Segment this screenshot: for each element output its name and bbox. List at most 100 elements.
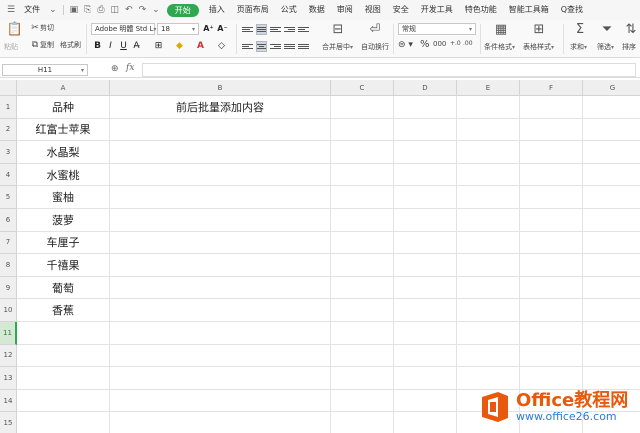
cell-d10[interactable] bbox=[394, 299, 457, 322]
row-header-13[interactable]: 13 bbox=[0, 367, 17, 390]
cell-d2[interactable] bbox=[394, 118, 457, 142]
justify-icon[interactable] bbox=[284, 41, 295, 52]
align-middle-icon[interactable] bbox=[256, 24, 267, 35]
cell-b9[interactable] bbox=[110, 276, 331, 300]
cell-e2[interactable] bbox=[457, 118, 520, 142]
tab-special-features[interactable]: 特色功能 bbox=[459, 0, 503, 20]
cell-b3[interactable] bbox=[110, 141, 331, 164]
cell-e4[interactable] bbox=[457, 163, 520, 187]
row-header-10[interactable]: 10 bbox=[0, 299, 17, 322]
cell-f8[interactable] bbox=[520, 254, 583, 277]
chevron-down-icon[interactable]: ⌄ bbox=[149, 5, 163, 15]
column-header-f[interactable]: F bbox=[520, 80, 583, 96]
cell-b11[interactable] bbox=[110, 322, 331, 345]
align-right-icon[interactable] bbox=[270, 41, 281, 52]
tab-developer[interactable]: 开发工具 bbox=[415, 0, 459, 20]
cell-c15[interactable] bbox=[331, 412, 394, 433]
cell-e12[interactable] bbox=[457, 344, 520, 368]
sum-button[interactable]: 求和 ▾ bbox=[570, 42, 587, 52]
cell-e6[interactable] bbox=[457, 209, 520, 232]
cell-c11[interactable] bbox=[331, 322, 394, 345]
merge-center-icon[interactable]: ⊟ bbox=[329, 22, 347, 37]
select-all-corner[interactable] bbox=[0, 80, 17, 96]
row-header-6[interactable]: 6 bbox=[0, 209, 17, 232]
cell-c8[interactable] bbox=[331, 254, 394, 277]
decrease-decimal-icon[interactable]: .00 bbox=[463, 40, 473, 47]
cell-b8[interactable] bbox=[110, 254, 331, 277]
cell-a15[interactable] bbox=[17, 412, 110, 433]
align-bottom-icon[interactable] bbox=[270, 24, 281, 35]
formula-input[interactable] bbox=[142, 63, 636, 77]
search-button[interactable]: Q查找 bbox=[555, 0, 589, 20]
export-icon[interactable]: ⎘ bbox=[81, 5, 94, 15]
row-header-2[interactable]: 2 bbox=[0, 118, 17, 142]
cell-e8[interactable] bbox=[457, 254, 520, 277]
cell-g11[interactable] bbox=[583, 322, 640, 345]
number-format-select[interactable]: 常规 ▾ bbox=[398, 23, 476, 35]
cell-d5[interactable] bbox=[394, 186, 457, 209]
cell-d11[interactable] bbox=[394, 322, 457, 345]
cell-c12[interactable] bbox=[331, 344, 394, 368]
column-header-a[interactable]: A bbox=[17, 80, 110, 96]
border-icon[interactable]: ⊞ bbox=[153, 40, 164, 51]
copy-button[interactable]: ⧉ 复制 bbox=[30, 40, 54, 50]
cell-g7[interactable] bbox=[583, 232, 640, 255]
cell-f6[interactable] bbox=[520, 209, 583, 232]
increase-font-icon[interactable]: A⁺ bbox=[203, 23, 214, 34]
tab-formulas[interactable]: 公式 bbox=[275, 0, 303, 20]
cell-d9[interactable] bbox=[394, 276, 457, 300]
cell-a3[interactable]: 水晶梨 bbox=[17, 141, 110, 164]
fx-icon[interactable]: fx bbox=[126, 63, 134, 73]
menu-icon[interactable]: ☰ bbox=[4, 5, 18, 15]
redo-icon[interactable]: ↷ bbox=[136, 5, 150, 15]
cell-a7[interactable]: 车厘子 bbox=[17, 231, 110, 255]
cell-c6[interactable] bbox=[331, 209, 394, 232]
cell-g1[interactable] bbox=[583, 96, 640, 119]
cell-g3[interactable] bbox=[583, 141, 640, 164]
column-header-b[interactable]: B bbox=[110, 80, 331, 96]
cell-c7[interactable] bbox=[331, 231, 394, 255]
paste-button[interactable]: 粘贴 bbox=[4, 42, 18, 52]
cell-d12[interactable] bbox=[394, 344, 457, 368]
cell-b10[interactable] bbox=[110, 299, 331, 322]
cell-e3[interactable] bbox=[457, 141, 520, 164]
sum-icon[interactable]: Σ bbox=[571, 22, 589, 37]
cell-e9[interactable] bbox=[457, 276, 520, 300]
cell-d3[interactable] bbox=[394, 141, 457, 164]
cell-b14[interactable] bbox=[110, 389, 331, 413]
column-header-g[interactable]: G bbox=[583, 80, 640, 96]
cell-g9[interactable] bbox=[583, 277, 640, 300]
cell-f2[interactable] bbox=[520, 118, 583, 142]
row-header-3[interactable]: 3 bbox=[0, 141, 17, 164]
cell-d15[interactable] bbox=[394, 412, 457, 433]
underline-button[interactable]: U bbox=[118, 40, 129, 51]
cell-g8[interactable] bbox=[583, 254, 640, 277]
cell-c2[interactable] bbox=[331, 118, 394, 142]
cell-d1[interactable] bbox=[394, 96, 457, 119]
cell-c13[interactable] bbox=[331, 367, 394, 390]
percent-icon[interactable]: % bbox=[420, 39, 430, 50]
distributed-icon[interactable] bbox=[298, 41, 309, 52]
cell-e11[interactable] bbox=[457, 322, 520, 345]
align-left-icon[interactable] bbox=[242, 41, 253, 52]
cell-a11[interactable] bbox=[17, 322, 110, 345]
align-center-icon[interactable] bbox=[256, 41, 267, 52]
cell-c10[interactable] bbox=[331, 299, 394, 322]
cell-e1[interactable] bbox=[457, 96, 520, 119]
font-name-select[interactable]: Adobe 明體 Std L ▾ bbox=[91, 23, 156, 35]
cell-f10[interactable] bbox=[520, 299, 583, 322]
file-menu[interactable]: 文件 bbox=[18, 0, 46, 20]
cell-a4[interactable]: 水蜜桃 bbox=[17, 163, 110, 187]
table-style-icon[interactable]: ⊞ bbox=[530, 22, 548, 37]
cell-f11[interactable] bbox=[520, 322, 583, 345]
bold-button[interactable]: B bbox=[92, 40, 103, 51]
conditional-format-button[interactable]: 条件格式 ▾ bbox=[484, 42, 515, 52]
row-header-5[interactable]: 5 bbox=[0, 186, 17, 209]
cell-b4[interactable] bbox=[110, 163, 331, 187]
cell-d4[interactable] bbox=[394, 163, 457, 187]
cell-e5[interactable] bbox=[457, 186, 520, 209]
font-color-icon[interactable]: A bbox=[195, 40, 206, 51]
cell-b12[interactable] bbox=[110, 344, 331, 368]
outdent-icon[interactable] bbox=[298, 24, 309, 35]
name-box[interactable]: H11 ▾ bbox=[2, 64, 88, 76]
